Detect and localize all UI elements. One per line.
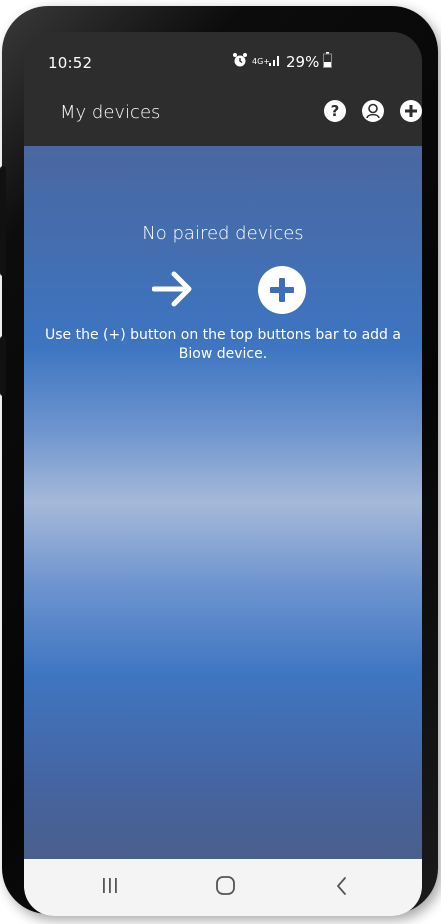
battery-icon xyxy=(323,52,333,72)
question-icon: ? xyxy=(331,102,340,120)
network-type: 4G+ xyxy=(252,57,270,66)
recents-button[interactable] xyxy=(100,875,120,901)
user-icon xyxy=(363,101,383,121)
help-button[interactable]: ? xyxy=(324,100,346,122)
system-nav-bar xyxy=(24,859,422,916)
empty-state-hint: Use the (+) button on the top buttons ba… xyxy=(45,327,401,362)
page-title: My devices xyxy=(60,102,161,123)
status-bar: 10:52 4G+ 29% xyxy=(24,32,422,90)
plus-icon xyxy=(405,105,417,117)
app-bar: My devices ? xyxy=(24,90,422,146)
status-icons: 4G+ 29% xyxy=(232,52,333,72)
account-button[interactable] xyxy=(362,100,384,122)
empty-state-title: No paired devices xyxy=(142,223,304,244)
phone-frame: 10:52 4G+ 29% My devices ? No paired dev… xyxy=(0,6,438,916)
svg-text:?: ? xyxy=(331,102,340,120)
add-device-button[interactable] xyxy=(400,100,422,122)
plus-circle-icon xyxy=(258,266,306,314)
back-icon xyxy=(337,877,346,895)
main-content: No paired devices Use the (+) button on … xyxy=(24,146,422,859)
status-time: 10:52 xyxy=(48,54,93,72)
volume-button xyxy=(0,336,6,396)
screen: 10:52 4G+ 29% My devices ? No paired dev… xyxy=(24,32,422,916)
battery-percent: 29% xyxy=(286,53,320,71)
arrow-right-icon xyxy=(151,269,194,313)
alarm-icon xyxy=(232,52,248,72)
signal-icon xyxy=(268,53,282,71)
recents-icon xyxy=(103,878,117,893)
home-icon xyxy=(216,876,235,895)
power-button xyxy=(0,166,6,276)
home-button[interactable] xyxy=(214,875,238,901)
appbar-actions: ? xyxy=(324,100,422,122)
back-button[interactable] xyxy=(332,875,352,901)
